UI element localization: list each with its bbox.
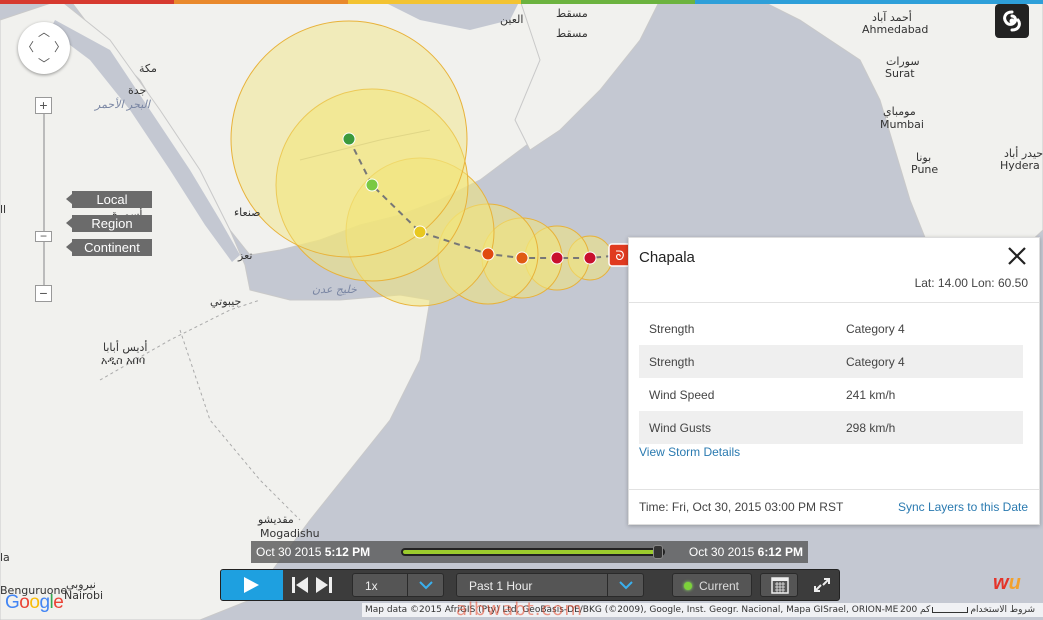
timeline-handle[interactable] — [653, 545, 663, 559]
map-label: Mumbai — [880, 118, 924, 131]
map-label: Mogadishu — [260, 527, 320, 540]
calendar-button[interactable] — [760, 573, 798, 597]
map-label: أديس أبابا — [103, 341, 148, 354]
animation-controls: 1x Past 1 Hour Current — [220, 569, 840, 601]
map-label: خليج عدن — [312, 283, 357, 296]
map-label: مكة — [139, 62, 157, 75]
top-color-bar — [0, 0, 1043, 4]
storm-track-point[interactable] — [413, 225, 427, 239]
attribution-text: Map data ©2015 AfriGIS (Pty) Ltd, GeoBas… — [365, 605, 899, 615]
end-time-label: Oct 30 2015 6:12 PM — [688, 545, 803, 559]
speed-value: 1x — [365, 579, 378, 593]
wu-logo[interactable]: wu — [993, 572, 1021, 595]
zoom-region-button[interactable]: Region — [66, 215, 152, 232]
info-value: Category 4 — [846, 355, 905, 369]
map-label: جدة — [128, 84, 147, 97]
storm-track-point[interactable] — [515, 251, 529, 265]
map-label: Ahmedabad — [862, 23, 929, 36]
info-key: Wind Speed — [649, 388, 715, 402]
view-storm-details-link[interactable]: View Storm Details — [639, 445, 740, 459]
map-label: Nairobi — [64, 589, 104, 602]
map-label: البحر الأحمر — [95, 98, 150, 111]
sync-layers-link[interactable]: Sync Layers to this Date — [898, 500, 1028, 514]
info-row: Strength Category 4 — [639, 312, 1023, 345]
step-forward-icon — [316, 577, 332, 593]
map-label: ll — [0, 203, 7, 216]
storm-track-point[interactable] — [550, 251, 564, 265]
range-select[interactable]: Past 1 Hour — [456, 573, 644, 597]
info-key: Strength — [649, 322, 695, 336]
range-value: Past 1 Hour — [469, 579, 533, 593]
info-row: Wind Speed 241 km/h — [639, 378, 1023, 411]
pan-control[interactable]: ︿ ﹀ 〈 〉 — [18, 22, 70, 74]
speed-select[interactable]: 1x — [352, 573, 444, 597]
start-time-label: Oct 30 2015 5:12 PM — [256, 545, 371, 559]
map-scale-bar — [932, 607, 968, 613]
zoom-local-button[interactable]: Local — [66, 191, 152, 208]
status-dot-icon — [684, 582, 692, 590]
info-row: Wind Gusts 298 km/h — [639, 411, 1023, 444]
step-buttons — [287, 570, 341, 600]
storm-track-point[interactable] — [342, 132, 356, 146]
timeline-slider[interactable] — [401, 545, 665, 559]
map-label: Hydera — [1000, 159, 1040, 172]
pan-down-icon[interactable]: ﹀ — [38, 58, 50, 70]
info-key: Strength — [649, 355, 695, 369]
map-scale-label: 200 كم — [900, 605, 931, 615]
zoom-out-button[interactable]: − — [35, 285, 52, 302]
zoom-continent-button[interactable]: Continent — [66, 239, 152, 256]
map-label: جيبوتي — [210, 295, 242, 308]
info-key: Wind Gusts — [649, 421, 712, 435]
current-label: Current — [699, 579, 740, 593]
google-logo: Google — [5, 592, 64, 613]
storm-track-point[interactable] — [365, 178, 379, 192]
info-row: Strength Category 4 — [639, 345, 1023, 378]
storm-coordinates: Lat: 14.00 Lon: 60.50 — [914, 276, 1028, 290]
watermark: albwabt.com — [456, 599, 583, 620]
storm-track-point[interactable] — [583, 251, 597, 265]
zoom-slider-track[interactable] — [43, 105, 45, 295]
terms-link[interactable]: شروط الاستخدام — [970, 603, 1035, 617]
map-label: አዲስ አበባ — [101, 354, 146, 367]
svg-text:ᘐ: ᘐ — [615, 249, 624, 264]
storm-info-popup: Chapala Lat: 14.00 Lon: 60.50 Strength C… — [628, 237, 1040, 525]
map-label: Pune — [911, 163, 939, 176]
play-button[interactable] — [221, 570, 283, 600]
chevron-down-icon — [407, 574, 443, 596]
map-label: تعز — [238, 249, 253, 262]
step-back-icon — [292, 577, 308, 593]
collapse-icon — [814, 578, 830, 592]
pan-left-icon[interactable]: 〈 — [22, 41, 34, 53]
expand-button[interactable] — [806, 570, 838, 600]
map-label: مقديشو — [258, 513, 294, 526]
calendar-icon — [771, 577, 789, 594]
map-label: مومباي — [883, 105, 916, 118]
current-button[interactable]: Current — [672, 573, 752, 597]
pan-right-icon[interactable]: 〉 — [54, 41, 66, 53]
timeline-progress — [403, 550, 657, 554]
map-label: مسقط — [556, 27, 588, 40]
map-label: مسقط — [556, 7, 588, 20]
storm-time: Time: Fri, Oct 30, 2015 03:00 PM RST — [639, 500, 844, 514]
close-icon[interactable] — [1005, 244, 1029, 268]
info-value: 241 km/h — [846, 388, 896, 402]
info-value: 298 km/h — [846, 421, 896, 435]
hurricane-icon[interactable] — [995, 4, 1029, 38]
chevron-down-icon — [607, 574, 643, 596]
map-label: la — [0, 551, 10, 564]
pan-up-icon[interactable]: ︿ — [38, 26, 50, 38]
zoom-slider-handle[interactable]: − — [35, 230, 52, 242]
map-label: صنعاء — [234, 206, 261, 219]
zoom-in-button[interactable]: + — [35, 97, 52, 114]
time-range-bar: Oct 30 2015 5:12 PM Oct 30 2015 6:12 PM — [251, 541, 808, 563]
storm-name: Chapala — [639, 249, 695, 266]
map-label: العين — [500, 13, 524, 26]
info-value: Category 4 — [846, 322, 905, 336]
map-label: Surat — [885, 67, 915, 80]
storm-track-point[interactable] — [481, 247, 495, 261]
